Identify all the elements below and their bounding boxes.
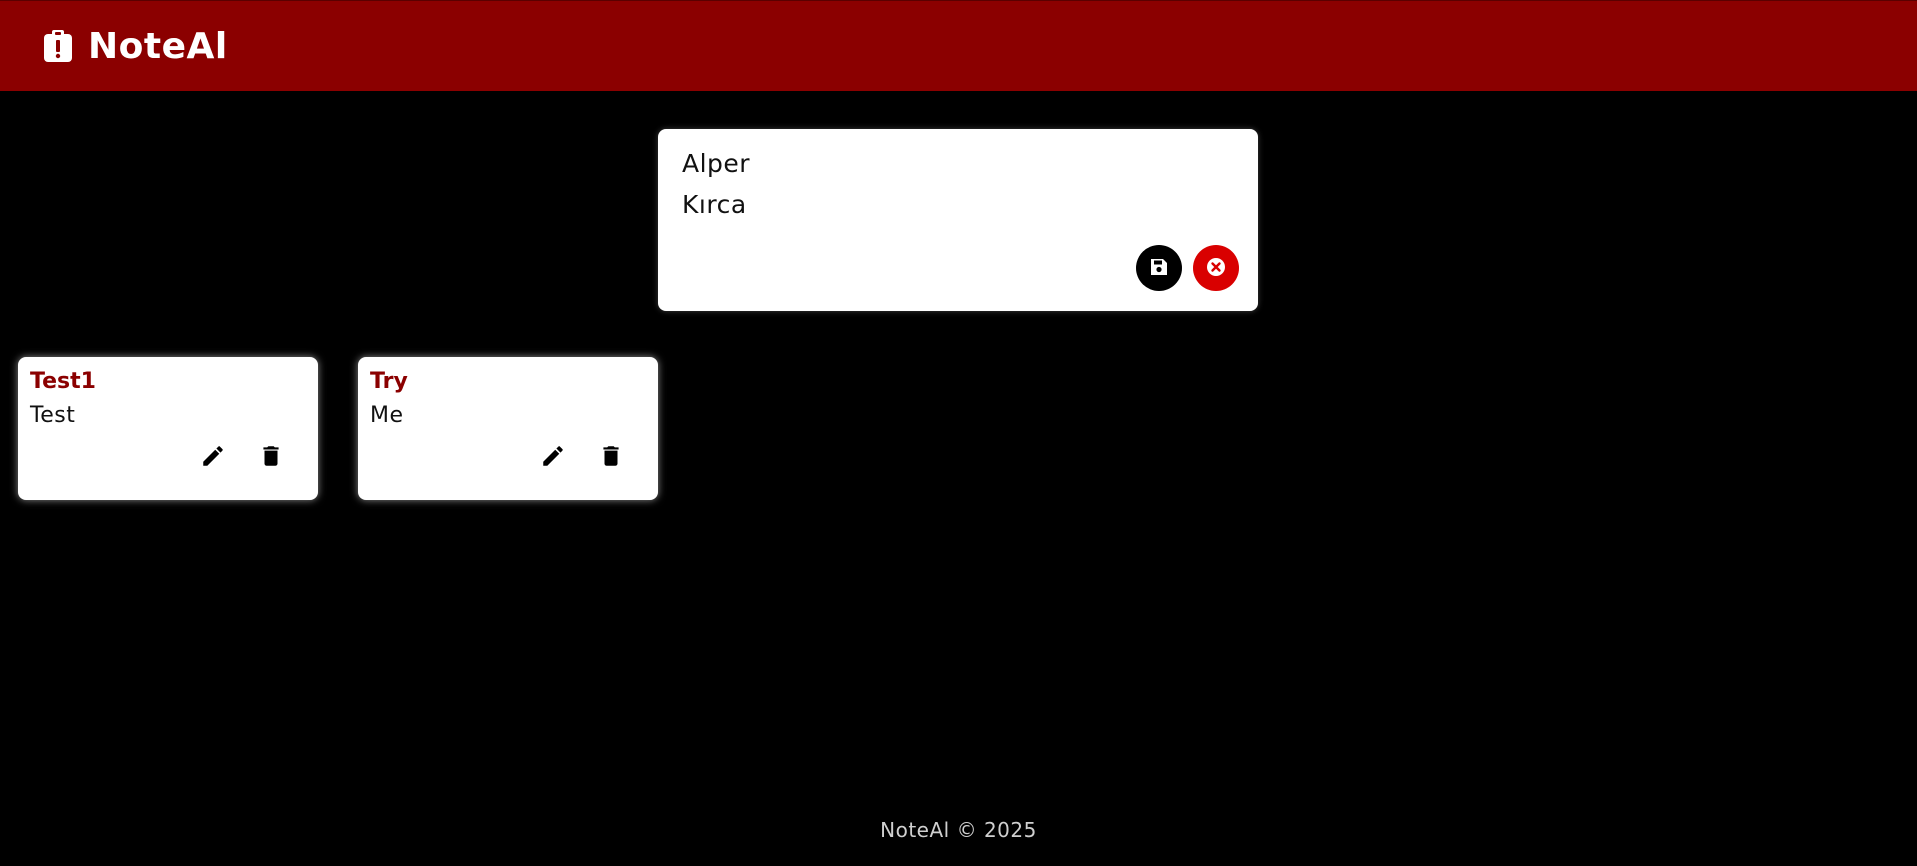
delete-note-button[interactable] [595,441,627,473]
note-title-input[interactable] [682,149,1222,178]
note-card: Try Me [358,357,658,500]
clipboard-alert-icon [42,29,74,63]
trash-icon [598,443,624,472]
pencil-icon [200,443,226,472]
note-content-input[interactable]: Kırca [682,190,1222,230]
app-title: NoteAl [88,25,228,67]
page-footer: NoteAl © 2025 [0,818,1917,842]
trash-icon [258,443,284,472]
circle-x-icon [1205,256,1227,281]
edit-note-button[interactable] [537,441,569,473]
note-card: Test1 Test [18,357,318,500]
delete-note-button[interactable] [255,441,287,473]
note-title: Try [370,369,408,394]
edit-note-button[interactable] [197,441,229,473]
note-content: Me [370,403,404,428]
floppy-disk-icon [1149,257,1169,280]
pencil-icon [540,443,566,472]
cancel-edit-button[interactable] [1193,245,1239,291]
note-content: Test [30,403,76,428]
note-editor-panel: Kırca [658,129,1258,311]
app-header: NoteAl [0,0,1917,91]
note-title: Test1 [30,369,96,394]
save-note-button[interactable] [1136,245,1182,291]
footer-text: NoteAl © 2025 [880,818,1037,842]
